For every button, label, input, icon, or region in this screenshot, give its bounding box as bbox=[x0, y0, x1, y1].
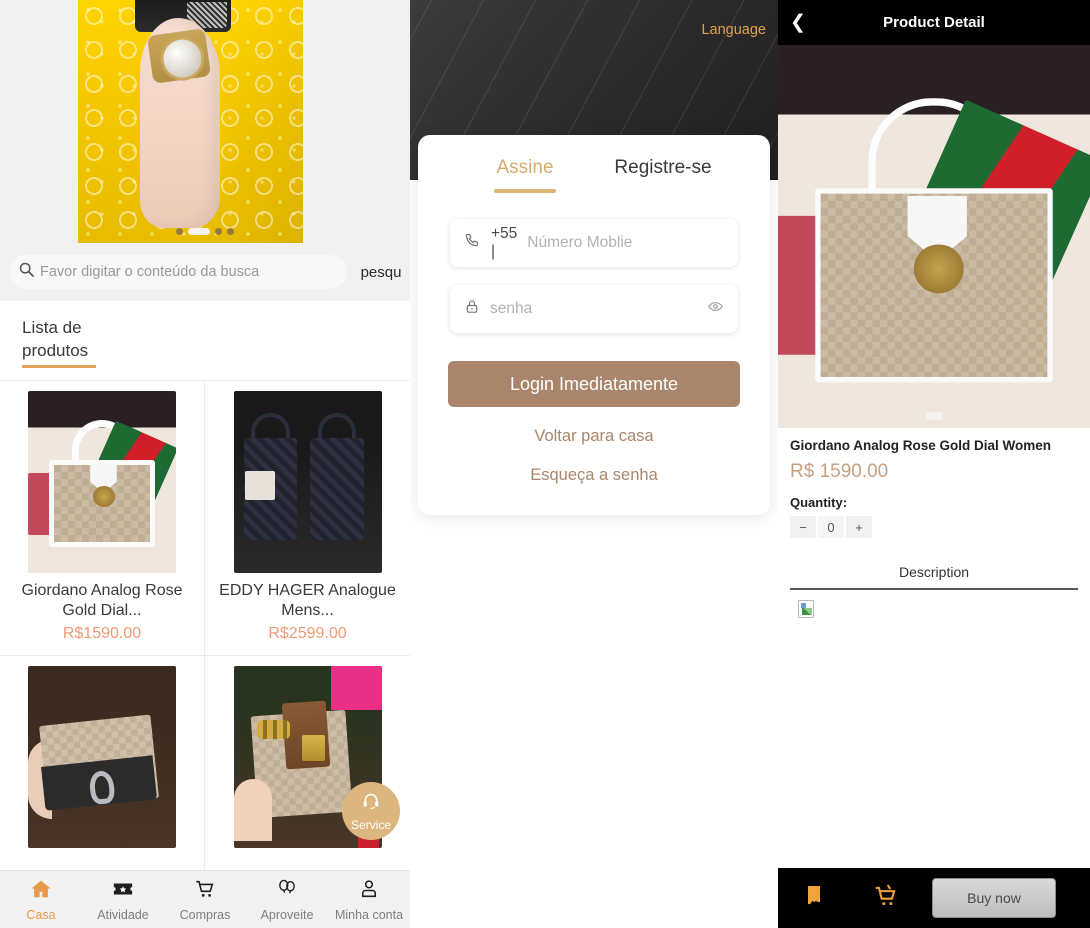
product-detail-panel: ❮ Product Detail Giordano Analog Rose Go… bbox=[778, 0, 1090, 928]
quantity-label: Quantity: bbox=[790, 495, 848, 510]
search-input[interactable] bbox=[40, 264, 337, 280]
app-screen: pesqu Lista de produtos Giordano Analog … bbox=[0, 0, 1090, 928]
promo-banner[interactable] bbox=[0, 0, 410, 243]
detail-product-image[interactable] bbox=[778, 45, 1090, 428]
description-tab[interactable]: Description bbox=[790, 564, 1078, 590]
ticket-icon bbox=[111, 878, 135, 905]
headset-icon bbox=[360, 791, 382, 818]
product-grid: Giordano Analog Rose Gold Dial... R$1590… bbox=[0, 379, 410, 913]
detail-product-price: R$ 1590.00 bbox=[790, 461, 889, 482]
tab-label: Atividade bbox=[97, 907, 149, 922]
banner-dot-active[interactable] bbox=[188, 228, 210, 235]
login-submit-button[interactable]: Login Imediatamente bbox=[448, 361, 740, 407]
tab-minha-conta[interactable]: Minha conta bbox=[328, 871, 410, 928]
login-panel: Language Assine Registre-se +55 | Número… bbox=[410, 0, 778, 928]
login-card: Assine Registre-se +55 | Número Moblie L… bbox=[418, 135, 770, 515]
language-button[interactable]: Language bbox=[701, 22, 766, 38]
tab-compras[interactable]: Compras bbox=[164, 871, 246, 928]
banner-dot[interactable] bbox=[176, 228, 183, 235]
detail-product-name: Giordano Analog Rose Gold Dial Women bbox=[790, 438, 1052, 453]
product-title: EDDY HAGER Analogue Mens... bbox=[219, 581, 396, 619]
back-home-link[interactable]: Voltar para casa bbox=[438, 427, 750, 446]
tab-label: Aproveite bbox=[260, 907, 314, 922]
bottom-tabbar: Casa Atividade Compras Aproveite Minha c… bbox=[0, 870, 410, 928]
phone-icon bbox=[464, 232, 481, 254]
section-header: Lista de produtos bbox=[0, 301, 410, 368]
tab-label: Casa bbox=[26, 907, 56, 922]
phone-field[interactable]: +55 | bbox=[450, 219, 738, 267]
tab-atividade[interactable]: Atividade bbox=[82, 871, 164, 928]
store-button[interactable] bbox=[778, 883, 850, 914]
chevron-left-icon: ❮ bbox=[790, 12, 806, 33]
forgot-password-link[interactable]: Esqueça a senha bbox=[438, 466, 750, 485]
detail-page-title: Product Detail bbox=[883, 14, 985, 31]
home-panel: pesqu Lista de produtos Giordano Analog … bbox=[0, 0, 410, 928]
tab-registre-se[interactable]: Registre-se bbox=[594, 157, 732, 187]
detail-image-dot[interactable] bbox=[925, 412, 943, 420]
tab-label: Compras bbox=[179, 907, 231, 922]
product-image bbox=[233, 390, 382, 573]
user-icon bbox=[357, 878, 381, 905]
product-card[interactable]: Giordano Analog Rose Gold Dial... R$1590… bbox=[0, 380, 205, 656]
buy-now-button[interactable]: Buy now bbox=[932, 878, 1056, 918]
search-box[interactable] bbox=[8, 254, 348, 290]
banner-dots[interactable] bbox=[0, 228, 410, 235]
customer-service-label: Service bbox=[350, 818, 391, 832]
detail-body: Giordano Analog Rose Gold Dial Women R$ … bbox=[778, 428, 1090, 618]
banner-dot[interactable] bbox=[227, 228, 234, 235]
banner-dot[interactable] bbox=[215, 228, 222, 235]
tab-casa[interactable]: Casa bbox=[0, 871, 82, 928]
quantity-increase-button[interactable]: + bbox=[846, 516, 872, 538]
phone-input[interactable] bbox=[527, 234, 728, 252]
cart-icon bbox=[873, 883, 899, 914]
search-bar: pesqu bbox=[0, 243, 410, 301]
banner-image bbox=[0, 0, 410, 243]
login-tabs: Assine Registre-se bbox=[438, 149, 750, 201]
broken-image-icon bbox=[798, 600, 814, 618]
tab-aproveite[interactable]: Aproveite bbox=[246, 871, 328, 928]
search-icon bbox=[19, 262, 34, 282]
page-title: Lista de produtos bbox=[22, 317, 96, 368]
quantity-stepper: − 0 + bbox=[790, 516, 1078, 538]
home-icon bbox=[29, 878, 53, 905]
customer-service-button[interactable]: Service bbox=[342, 782, 400, 840]
lock-icon bbox=[464, 298, 480, 320]
quantity-decrease-button[interactable]: − bbox=[790, 516, 816, 538]
back-button[interactable]: ❮ bbox=[790, 13, 806, 32]
quantity-value: 0 bbox=[818, 516, 844, 538]
product-price: R$2599.00 bbox=[268, 624, 347, 642]
product-image bbox=[28, 390, 176, 573]
tab-assine[interactable]: Assine bbox=[456, 157, 594, 201]
eye-icon[interactable] bbox=[707, 298, 724, 320]
detail-navbar: ❮ Product Detail bbox=[778, 0, 1090, 45]
detail-footer: Buy now bbox=[778, 868, 1090, 928]
cart-button[interactable] bbox=[850, 883, 922, 914]
product-title: Giordano Analog Rose Gold Dial... bbox=[21, 581, 183, 619]
password-input[interactable] bbox=[490, 300, 697, 318]
tab-label: Minha conta bbox=[334, 907, 404, 922]
balloons-icon bbox=[275, 878, 299, 905]
product-price: R$1590.00 bbox=[62, 624, 142, 642]
product-card[interactable]: EDDY HAGER Analogue Mens... R$2599.00 bbox=[205, 380, 410, 656]
country-code: +55 | bbox=[491, 225, 518, 260]
product-image bbox=[28, 665, 176, 848]
search-submit-button[interactable]: pesqu bbox=[348, 264, 402, 281]
cart-icon bbox=[193, 878, 217, 905]
store-icon bbox=[802, 883, 826, 914]
password-field[interactable] bbox=[450, 285, 738, 333]
